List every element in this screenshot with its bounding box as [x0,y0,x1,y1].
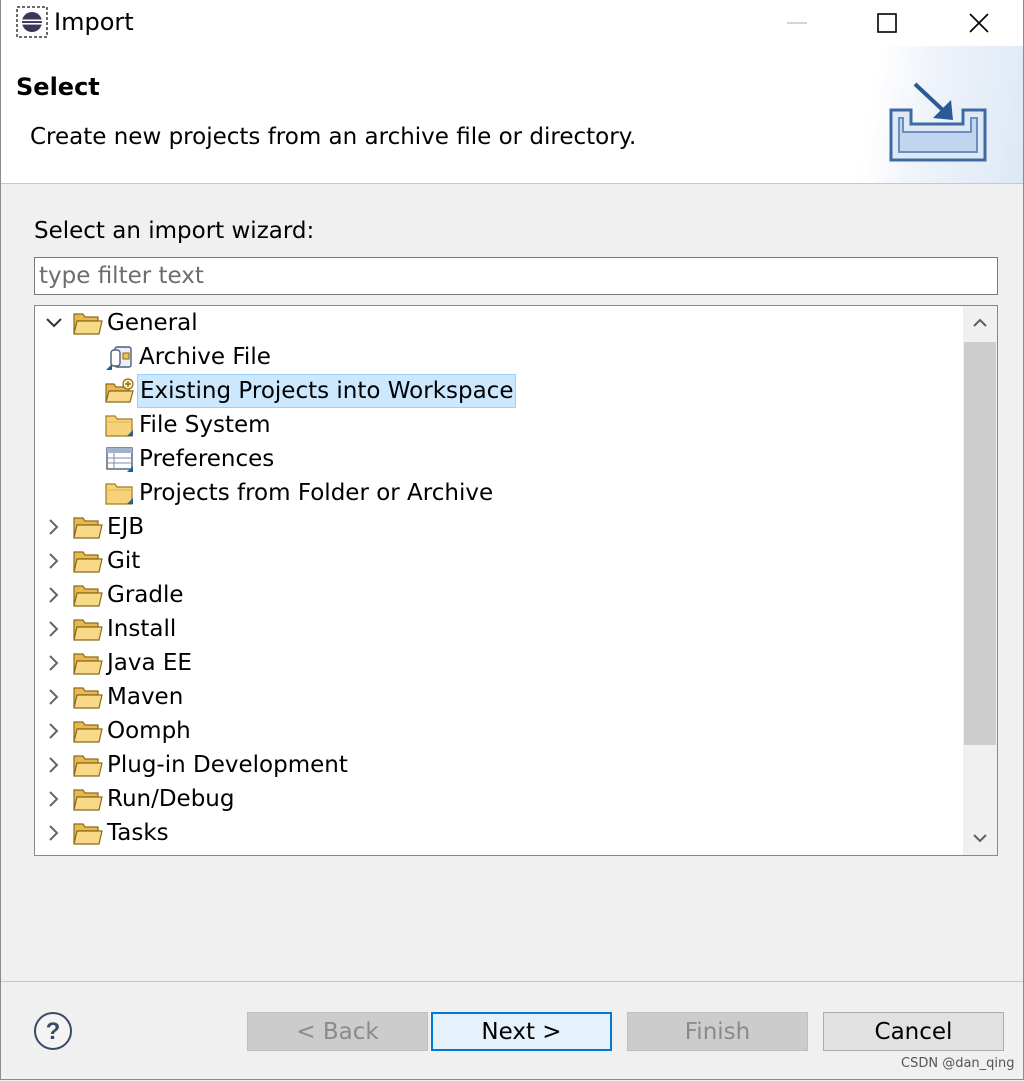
tree-item-label: Java EE [107,650,192,676]
tree-item-install[interactable]: Install [35,612,963,646]
preferences-icon [105,446,135,472]
tree-item-label: Git [107,548,141,574]
tree-item-oomph[interactable]: Oomph [35,714,963,748]
chevron-down-icon [973,834,987,843]
tree-item-label: Plug-in Development [107,752,348,778]
scroll-up-button[interactable] [963,306,997,340]
folder-open-icon [73,310,103,336]
tree-item-run-debug[interactable]: Run/Debug [35,782,963,816]
chevron-right-icon[interactable] [43,685,65,709]
wizard-tree[interactable]: General Archive File Existing Projects int… [34,305,998,856]
tree-item-file-system[interactable]: File System [35,408,963,442]
tree-scrollbar[interactable] [963,306,997,855]
folder-open-icon [73,514,103,540]
page-description: Create new projects from an archive file… [30,124,637,150]
tree-item-preferences[interactable]: Preferences [35,442,963,476]
scroll-down-button[interactable] [963,821,997,855]
folder-open-icon [73,786,103,812]
tree-item-label: Install [107,616,177,642]
watermark: CSDN @dan_qing [901,1056,1015,1071]
chevron-right-icon[interactable] [43,583,65,607]
window-title: Import [54,8,134,36]
cancel-button[interactable]: Cancel [823,1012,1004,1051]
title-bar[interactable]: Import [1,0,1023,46]
back-button[interactable]: < Back [247,1012,428,1051]
tree-item-git[interactable]: Git [35,544,963,578]
tree-item-maven[interactable]: Maven [35,680,963,714]
import-project-icon [105,378,135,404]
tree-item-label: Existing Projects into Workspace [137,374,517,408]
tree-item-label: Run/Debug [107,786,235,812]
folder-open-icon [73,548,103,574]
folder-open-icon [73,718,103,744]
chevron-right-icon[interactable] [43,651,65,675]
chevron-right-icon[interactable] [43,719,65,743]
wizard-list-label: Select an import wizard: [34,218,315,244]
chevron-down-icon[interactable] [43,311,65,335]
folder-open-icon [73,582,103,608]
chevron-up-icon [973,318,987,327]
folder-icon [105,412,135,438]
folder-open-icon [73,616,103,642]
chevron-right-icon[interactable] [43,617,65,641]
tree-item-label: Maven [107,684,184,710]
tree-item-label: Tasks [107,820,169,846]
tree-item-gradle[interactable]: Gradle [35,578,963,612]
import-wizard-banner-icon [889,82,987,162]
tree-item-label: Oomph [107,718,191,744]
tree-item-plug-in-development[interactable]: Plug-in Development [35,748,963,782]
tree-item-label: EJB [107,514,145,540]
tree-item-label: Archive File [139,344,271,370]
import-dialog: Import Select Create new projects from a… [0,0,1024,1080]
tree-item-tasks[interactable]: Tasks [35,816,963,850]
archive-file-icon [105,344,135,370]
chevron-right-icon[interactable] [43,515,65,539]
chevron-right-icon[interactable] [43,549,65,573]
tree-item-label: File System [139,412,271,438]
folder-open-icon [73,752,103,778]
folder-open-icon [73,684,103,710]
filter-input[interactable] [34,257,998,295]
tree-item-ejb[interactable]: EJB [35,510,963,544]
tree-item-archive-file[interactable]: Archive File [35,340,963,374]
tree-item-label: General [107,310,198,336]
footer-divider [1,981,1023,982]
tree-item-label: Preferences [139,446,275,472]
tree-item-label: Projects from Folder or Archive [139,480,494,506]
folder-icon [105,480,135,506]
tree-item-label: Gradle [107,582,184,608]
wizard-tree-items: General Archive File Existing Projects int… [35,306,963,850]
minimize-icon [787,22,807,24]
page-title: Select [16,73,100,101]
maximize-button[interactable] [841,0,933,46]
eclipse-app-icon [16,6,48,38]
next-button[interactable]: Next > [431,1012,612,1051]
folder-open-icon [73,650,103,676]
wizard-header: Select Create new projects from an archi… [1,46,1023,184]
close-button[interactable] [933,0,1024,46]
maximize-icon [877,13,897,33]
svg-text:?: ? [46,1018,61,1045]
close-icon [969,13,989,33]
folder-open-icon [73,820,103,846]
scroll-thumb[interactable] [964,342,996,745]
tree-item-projects-from-folder-or-archive[interactable]: Projects from Folder or Archive [35,476,963,510]
help-icon[interactable]: ? [33,1011,73,1051]
tree-item-java-ee[interactable]: Java EE [35,646,963,680]
tree-item-general[interactable]: General [35,306,963,340]
finish-button[interactable]: Finish [627,1012,808,1051]
chevron-right-icon[interactable] [43,821,65,845]
chevron-right-icon[interactable] [43,753,65,777]
minimize-button[interactable] [751,0,843,46]
tree-item-existing-projects-into-workspace[interactable]: Existing Projects into Workspace [35,374,963,408]
chevron-right-icon[interactable] [43,787,65,811]
